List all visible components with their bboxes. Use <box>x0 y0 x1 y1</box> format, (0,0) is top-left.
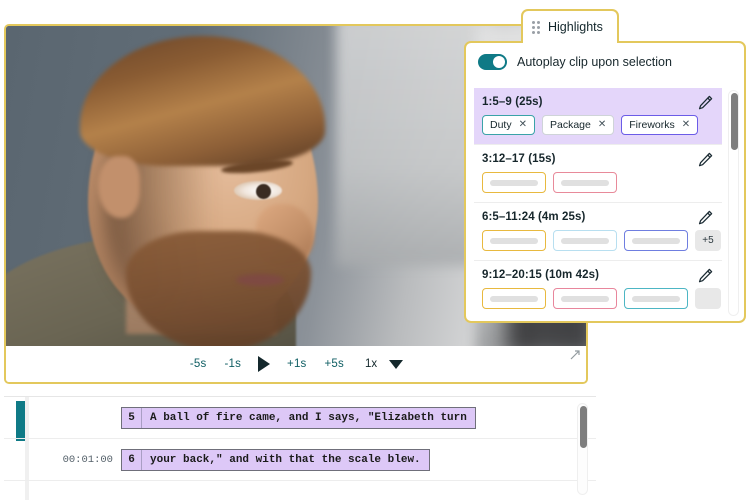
app-root: -5s -1s +1s +5s 1x Highlights Autoplay c… <box>0 0 750 500</box>
edit-icon[interactable] <box>697 209 714 226</box>
tag-chip-label: Fireworks <box>629 119 675 131</box>
forward-5s-button[interactable]: +5s <box>324 356 345 372</box>
tag-chips: +5 <box>482 230 721 251</box>
tag-chip-placeholder[interactable] <box>482 172 546 193</box>
highlights-scrollbar-thumb[interactable] <box>731 93 738 150</box>
transcript-panel: 5 A ball of fire came, and I says, "Eliz… <box>4 396 596 500</box>
transcript-scrollbar[interactable] <box>577 403 588 495</box>
chevron-down-icon[interactable] <box>389 359 404 369</box>
video-subject-mouth <box>236 274 284 286</box>
highlight-item[interactable]: 9:12–20:15 (10m 42s) <box>474 261 722 316</box>
highlight-item[interactable]: 6:5–11:24 (4m 25s) +5 <box>474 203 722 261</box>
more-tags-count: +5 <box>702 235 714 246</box>
tag-chip-label: Duty <box>490 119 512 131</box>
transcript-line-number: 5 <box>122 407 142 428</box>
tag-chip-placeholder[interactable] <box>553 288 617 309</box>
playback-speed-value[interactable]: 1x <box>365 358 377 370</box>
tag-chip-label: Package <box>549 119 591 131</box>
tag-chip[interactable]: Fireworks ✕ <box>621 115 699 135</box>
close-icon[interactable]: ✕ <box>682 120 690 130</box>
autoplay-label: Autoplay clip upon selection <box>517 55 672 69</box>
rewind-1s-button[interactable]: -1s <box>223 356 242 372</box>
tag-chip[interactable]: Duty ✕ <box>482 115 535 135</box>
transcript-caption-block[interactable]: 5 A ball of fire came, and I says, "Eliz… <box>121 406 476 429</box>
highlight-item[interactable]: 1:5–9 (25s) Duty ✕ Package ✕ Fireworks ✕ <box>474 88 722 145</box>
transcript-caption-text[interactable]: A ball of fire came, and I says, "Elizab… <box>142 408 475 428</box>
tag-chip-placeholder[interactable] <box>624 288 688 309</box>
highlights-tab-label: Highlights <box>548 20 603 34</box>
video-subject-pupil <box>256 184 271 199</box>
tag-chips <box>482 288 721 309</box>
play-icon[interactable] <box>258 356 271 372</box>
tag-chips <box>482 172 716 193</box>
transcript-caption-text[interactable]: your back," and with that the scale blew… <box>142 450 429 470</box>
more-tags-badge[interactable] <box>695 288 721 309</box>
highlights-scrollbar[interactable] <box>728 90 739 316</box>
transcript-row[interactable]: 5 A ball of fire came, and I says, "Eliz… <box>4 397 596 439</box>
tag-chips: Duty ✕ Package ✕ Fireworks ✕ <box>482 115 716 135</box>
highlight-range: 6:5–11:24 (4m 25s) <box>482 211 586 223</box>
video-subject-ear <box>98 156 140 218</box>
expand-icon[interactable] <box>570 350 580 360</box>
highlight-range: 9:12–20:15 (10m 42s) <box>482 269 600 281</box>
rewind-5s-button[interactable]: -5s <box>189 356 208 372</box>
highlights-panel: Autoplay clip upon selection 1:5–9 (25s)… <box>464 41 746 323</box>
forward-1s-button[interactable]: +1s <box>286 356 307 372</box>
highlights-tab[interactable]: Highlights <box>521 9 619 43</box>
highlight-range: 3:12–17 (15s) <box>482 153 556 165</box>
transcript-row[interactable]: 00:01:00 6 your back," and with that the… <box>4 439 596 481</box>
transcript-timecode: 00:01:00 <box>62 453 113 466</box>
edit-icon[interactable] <box>697 94 714 111</box>
tag-chip-placeholder[interactable] <box>553 230 617 251</box>
tag-chip-placeholder[interactable] <box>624 230 688 251</box>
close-icon[interactable]: ✕ <box>598 120 606 130</box>
highlight-item[interactable]: 3:12–17 (15s) <box>474 145 722 203</box>
autoplay-row: Autoplay clip upon selection <box>466 43 744 81</box>
player-controls: -5s -1s +1s +5s 1x <box>6 346 586 382</box>
tag-chip-placeholder[interactable] <box>482 230 546 251</box>
transcript-caption-block[interactable]: 6 your back," and with that the scale bl… <box>121 448 430 471</box>
transcript-line-number: 6 <box>122 449 142 470</box>
edit-icon[interactable] <box>697 267 714 284</box>
transcript-scrollbar-thumb[interactable] <box>580 406 587 448</box>
drag-handle-icon[interactable] <box>532 20 540 34</box>
tag-chip-placeholder[interactable] <box>553 172 617 193</box>
more-tags-badge[interactable]: +5 <box>695 230 721 251</box>
highlights-list[interactable]: 1:5–9 (25s) Duty ✕ Package ✕ Fireworks ✕… <box>474 88 722 316</box>
highlight-range: 1:5–9 (25s) <box>482 96 543 108</box>
autoplay-toggle[interactable] <box>478 54 507 70</box>
close-icon[interactable]: ✕ <box>519 120 527 130</box>
tag-chip[interactable]: Package ✕ <box>541 115 615 135</box>
edit-icon[interactable] <box>697 151 714 168</box>
tag-chip-placeholder[interactable] <box>482 288 546 309</box>
